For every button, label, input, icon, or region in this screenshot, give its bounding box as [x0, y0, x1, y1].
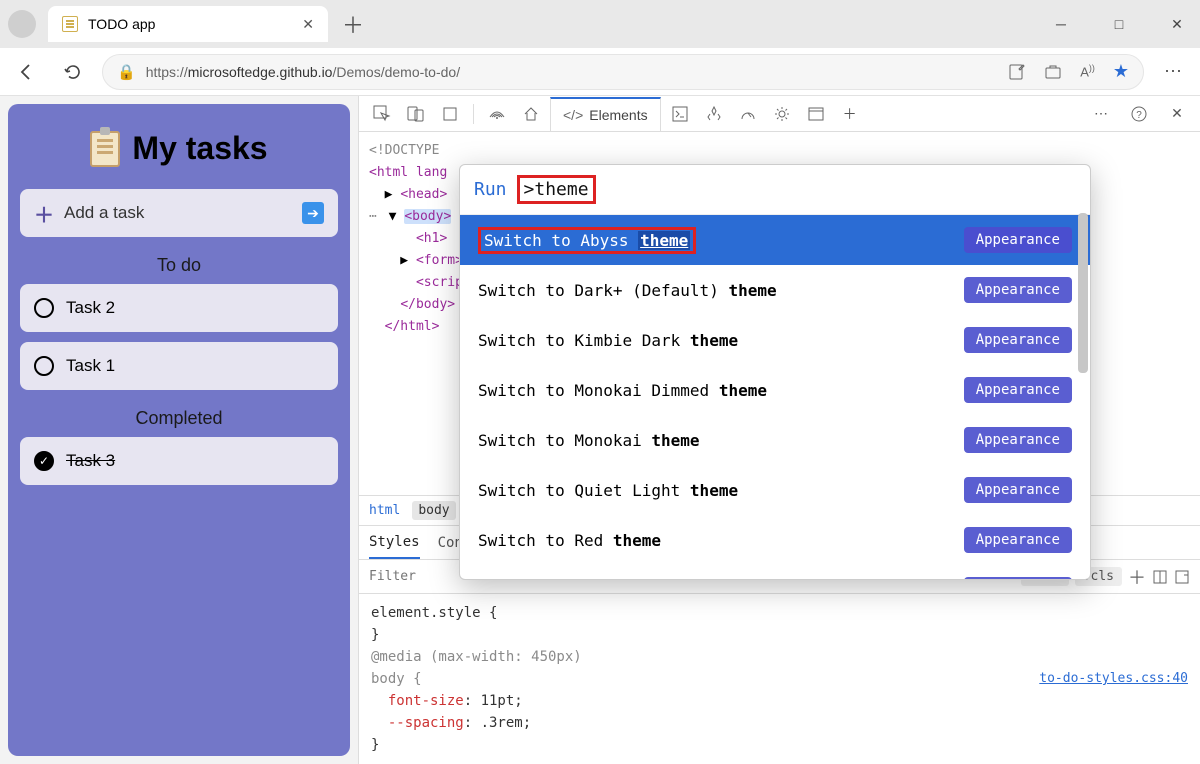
devtools-tab-strip: </> Elements ＋ ⋯ ? ✕	[359, 96, 1200, 132]
appearance-badge: Appearance	[964, 577, 1072, 579]
palette-item[interactable]: Switch to Monokai themeAppearance	[460, 415, 1090, 465]
clipboard-icon	[90, 131, 120, 167]
todo-app-pane: My tasks ＋ Add a task ➔ To do Task 2 Tas…	[0, 96, 358, 764]
close-tab-icon[interactable]: ✕	[302, 16, 314, 33]
devtools-panel: </> Elements ＋ ⋯ ? ✕ <!DOCTYPE <html lan…	[358, 96, 1200, 764]
submit-arrow-icon[interactable]: ➔	[302, 202, 324, 224]
sources-tab-icon[interactable]	[699, 100, 729, 128]
scrollbar-thumb[interactable]	[1078, 213, 1088, 373]
code-icon: </>	[563, 107, 583, 123]
inspect-element-icon[interactable]	[367, 100, 397, 128]
svg-text:?: ?	[1136, 110, 1142, 121]
more-menu-button[interactable]: ⋯	[1156, 55, 1190, 89]
help-icon[interactable]: ?	[1124, 100, 1154, 128]
maximize-button[interactable]: □	[1104, 16, 1134, 33]
elements-tab[interactable]: </> Elements	[550, 97, 661, 132]
todo-section-header: To do	[20, 255, 338, 276]
appearance-badge: Appearance	[964, 377, 1072, 403]
add-task-button[interactable]: ＋ Add a task ➔	[20, 189, 338, 237]
task-item-done[interactable]: ✓ Task 3	[20, 437, 338, 485]
browser-titlebar: TODO app ✕ ＋ ─ □ ✕	[0, 0, 1200, 48]
tab-favicon	[62, 16, 78, 32]
styles-tab[interactable]: Styles	[369, 526, 420, 559]
palette-item[interactable]: Switch to Abyss themeAppearance	[460, 215, 1090, 265]
minimize-button[interactable]: ─	[1046, 16, 1076, 33]
favorite-star-icon[interactable]: ★	[1113, 61, 1129, 82]
appearance-badge: Appearance	[964, 477, 1072, 503]
palette-item[interactable]: Switch to Solarized Dark themeAppearance	[460, 565, 1090, 579]
task-item[interactable]: Task 2	[20, 284, 338, 332]
task-checkbox-checked[interactable]: ✓	[34, 451, 54, 471]
devtools-more-icon[interactable]: ⋯	[1086, 100, 1116, 128]
plus-icon: ＋	[34, 199, 54, 228]
toggle-layout-icon[interactable]	[1174, 569, 1190, 585]
palette-item[interactable]: Switch to Red themeAppearance	[460, 515, 1090, 565]
application-tab-icon[interactable]	[801, 100, 831, 128]
task-label: Task 1	[66, 356, 115, 376]
palette-results: Switch to Abyss themeAppearanceSwitch to…	[460, 215, 1090, 579]
command-palette: Run >theme Switch to Abyss themeAppearan…	[459, 164, 1091, 580]
welcome-icon[interactable]	[435, 100, 465, 128]
appearance-badge: Appearance	[964, 527, 1072, 553]
breadcrumb-item[interactable]: html	[369, 503, 400, 518]
window-controls: ─ □ ✕	[1046, 16, 1192, 33]
palette-input[interactable]: >theme	[524, 179, 589, 200]
close-window-button[interactable]: ✕	[1162, 16, 1192, 33]
url-text: https://microsoftedge.github.io/Demos/de…	[146, 64, 460, 80]
more-tabs-button[interactable]: ＋	[835, 100, 865, 128]
task-label: Task 3	[66, 451, 115, 471]
add-task-label: Add a task	[64, 203, 144, 223]
back-button[interactable]	[10, 55, 44, 89]
read-aloud-icon[interactable]: A))	[1080, 63, 1095, 79]
appearance-badge: Appearance	[964, 427, 1072, 453]
settings-gear-icon[interactable]	[767, 100, 797, 128]
console-tab-icon[interactable]	[665, 100, 695, 128]
breadcrumb-item[interactable]: body	[412, 501, 455, 520]
close-devtools-icon[interactable]: ✕	[1162, 100, 1192, 128]
styles-pane[interactable]: element.style { } @media (max-width: 450…	[359, 593, 1200, 764]
palette-item[interactable]: Switch to Dark+ (Default) themeAppearanc…	[460, 265, 1090, 315]
task-item[interactable]: Task 1	[20, 342, 338, 390]
task-checkbox[interactable]	[34, 356, 54, 376]
palette-item[interactable]: Switch to Kimbie Dark themeAppearance	[460, 315, 1090, 365]
appearance-badge: Appearance	[964, 227, 1072, 253]
palette-item[interactable]: Switch to Quiet Light themeAppearance	[460, 465, 1090, 515]
browser-navbar: 🔒 https://microsoftedge.github.io/Demos/…	[0, 48, 1200, 96]
profile-avatar[interactable]	[8, 10, 36, 38]
task-label: Task 2	[66, 298, 115, 318]
completed-section-header: Completed	[20, 408, 338, 429]
new-tab-button[interactable]: ＋	[342, 8, 364, 40]
network-conditions-icon[interactable]	[482, 100, 512, 128]
new-style-rule-icon[interactable]: ＋	[1128, 564, 1146, 590]
collections-icon[interactable]	[1044, 63, 1062, 81]
edit-page-icon[interactable]	[1008, 63, 1026, 81]
device-emulation-icon[interactable]	[401, 100, 431, 128]
address-bar[interactable]: 🔒 https://microsoftedge.github.io/Demos/…	[102, 54, 1144, 90]
tab-title: TODO app	[88, 16, 155, 32]
toggle-sidebar-icon[interactable]	[1152, 569, 1168, 585]
source-link[interactable]: to-do-styles.css:40	[1039, 668, 1188, 690]
query-highlight-box: >theme	[517, 175, 596, 204]
app-title: My tasks	[20, 130, 338, 167]
appearance-badge: Appearance	[964, 327, 1072, 353]
refresh-button[interactable]	[56, 55, 90, 89]
run-label: Run	[474, 179, 507, 200]
appearance-badge: Appearance	[964, 277, 1072, 303]
lock-icon: 🔒	[117, 63, 136, 81]
browser-tab[interactable]: TODO app ✕	[48, 6, 328, 42]
performance-tab-icon[interactable]	[733, 100, 763, 128]
palette-item[interactable]: Switch to Monokai Dimmed themeAppearance	[460, 365, 1090, 415]
home-icon[interactable]	[516, 100, 546, 128]
task-checkbox[interactable]	[34, 298, 54, 318]
